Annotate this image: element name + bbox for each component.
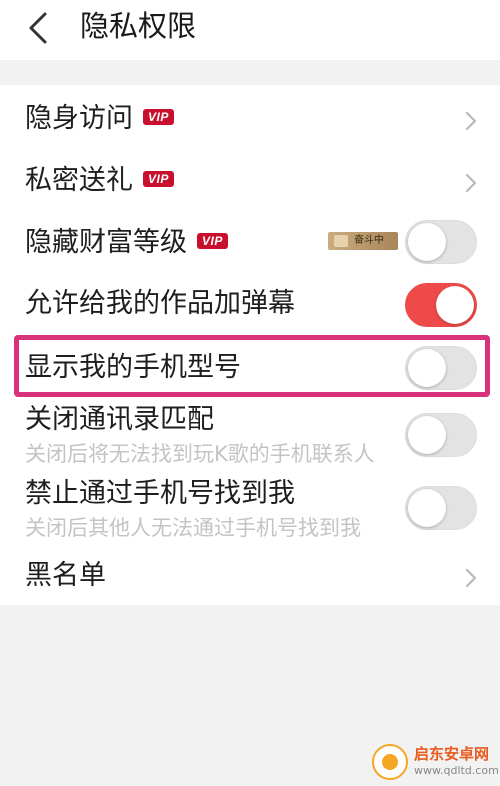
row-label: 黑名单 bbox=[25, 560, 106, 591]
page-title: 隐私权限 bbox=[80, 9, 197, 43]
watermark-url: www.qdltd.com bbox=[414, 764, 499, 777]
toggle-allow-danmaku[interactable] bbox=[405, 283, 477, 327]
back-button[interactable] bbox=[18, 8, 58, 48]
vip-badge: VIP bbox=[143, 170, 174, 187]
toggle-knob bbox=[436, 286, 474, 324]
watermark-name: 启东安卓网 bbox=[414, 745, 490, 763]
level-icon bbox=[334, 235, 348, 247]
toggle-block-phone-search[interactable] bbox=[405, 486, 477, 530]
row-label: 允许给我的作品加弹幕 bbox=[25, 288, 295, 319]
top-bar: 隐私权限 bbox=[0, 0, 500, 60]
setting-row-private-gift[interactable]: 私密送礼 VIP bbox=[0, 155, 500, 210]
row-label: 关闭通讯录匹配 bbox=[25, 404, 214, 435]
chevron-left-icon bbox=[29, 12, 47, 44]
watermark: 启东安卓网 www.qdltd.com bbox=[370, 742, 500, 786]
watermark-logo-icon bbox=[372, 744, 408, 780]
row-label: 禁止通过手机号找到我 bbox=[25, 478, 295, 509]
row-label: 隐身访问 VIP bbox=[25, 101, 174, 137]
chevron-right-icon bbox=[465, 173, 477, 193]
chevron-right-icon bbox=[465, 568, 477, 588]
toggle-knob bbox=[408, 416, 446, 454]
row-description: 关闭后将无法找到玩K歌的手机联系人 bbox=[25, 442, 375, 466]
setting-row-stealth-visit[interactable]: 隐身访问 VIP bbox=[0, 95, 500, 150]
row-label: 隐藏财富等级 VIP bbox=[25, 225, 228, 261]
toggle-hide-wealth-level[interactable] bbox=[405, 220, 477, 264]
highlight-box bbox=[14, 335, 490, 397]
row-label: 私密送礼 VIP bbox=[25, 163, 174, 199]
toggle-knob bbox=[408, 223, 446, 261]
chevron-right-icon bbox=[465, 111, 477, 131]
toggle-disable-contact-match[interactable] bbox=[405, 413, 477, 457]
toggle-knob bbox=[408, 489, 446, 527]
vip-badge: VIP bbox=[143, 108, 174, 125]
row-description: 关闭后其他人无法通过手机号找到我 bbox=[25, 516, 361, 540]
wealth-level-tag: 奋斗中 bbox=[328, 232, 398, 250]
vip-badge: VIP bbox=[197, 232, 228, 249]
setting-row-blacklist[interactable]: 黑名单 bbox=[0, 550, 500, 605]
